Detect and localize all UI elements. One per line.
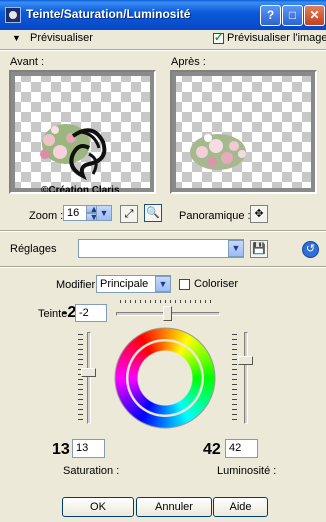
hue-slider-ticks	[120, 300, 216, 315]
presets-label: Réglages	[10, 243, 57, 255]
help-title-button[interactable]: ?	[260, 5, 281, 26]
cancel-button[interactable]: Annuler	[136, 497, 212, 517]
colorize-checkbox[interactable]	[179, 279, 190, 290]
preview-toggle-label[interactable]: Prévisualiser	[30, 32, 93, 44]
pan-move-icon[interactable]: ✥	[250, 205, 268, 223]
hue-input[interactable]: -2	[75, 304, 107, 322]
modifier-label: Modifier :	[56, 279, 102, 291]
pan-label: Panoramique :	[179, 210, 251, 222]
saturation-slider-track[interactable]	[87, 332, 91, 424]
lightness-big-value: 42	[203, 441, 221, 458]
presets-select[interactable]	[78, 239, 244, 258]
ok-button[interactable]: OK	[62, 497, 134, 517]
fit-window-icon[interactable]: ⤢	[120, 205, 138, 223]
presets-dropdown-icon[interactable]: ▼	[228, 240, 244, 257]
hue-color-wheel[interactable]	[113, 326, 217, 430]
saturation-input[interactable]: 13	[72, 439, 105, 458]
save-preset-icon[interactable]: 💾	[250, 240, 268, 258]
saturation-label: Saturation :	[63, 465, 120, 477]
before-flower-image	[40, 124, 107, 181]
before-preview[interactable]: ©Création Claris	[9, 70, 156, 194]
saturation-big-value: 13	[52, 441, 70, 458]
collapse-arrow-icon[interactable]: ▼	[12, 33, 21, 43]
zoom-label: Zoom :	[29, 210, 64, 222]
colorize-label: Coloriser	[194, 278, 239, 290]
divider	[0, 49, 326, 51]
divider	[0, 230, 326, 232]
lightness-slider-thumb[interactable]	[238, 356, 253, 366]
help-button[interactable]: Aide	[213, 497, 268, 517]
lightness-slider-track[interactable]	[244, 332, 248, 424]
divider	[0, 266, 326, 268]
lightness-input[interactable]: 42	[225, 439, 258, 458]
lightness-label: Luminosité :	[217, 465, 277, 477]
preview-image-label: Prévisualiser l'image	[227, 32, 326, 44]
saturation-ticks	[78, 334, 83, 424]
before-label: Avant :	[10, 56, 45, 68]
title-bar: Teinte/Saturation/Luminosité ? □ ✕	[0, 0, 326, 30]
after-label: Après :	[171, 56, 206, 68]
after-flower-image	[190, 134, 246, 170]
window-title: Teinte/Saturation/Luminosité	[26, 7, 191, 21]
zoom-dropdown-icon[interactable]: ▼	[96, 205, 112, 221]
hue-slider-thumb[interactable]	[162, 306, 172, 321]
watermark-text: ©Création Claris	[41, 185, 120, 194]
preview-image-checkbox[interactable]	[213, 31, 224, 44]
maximize-button[interactable]: □	[282, 5, 303, 26]
modifier-dropdown-icon[interactable]: ▼	[155, 276, 171, 292]
app-icon	[5, 7, 21, 23]
zoom-magnifier-icon[interactable]: 🔍	[144, 204, 162, 222]
reset-icon[interactable]: ↺	[302, 241, 319, 258]
lightness-ticks	[232, 334, 237, 424]
saturation-slider-thumb[interactable]	[81, 368, 96, 378]
close-button[interactable]: ✕	[304, 5, 325, 26]
after-preview	[170, 70, 317, 194]
